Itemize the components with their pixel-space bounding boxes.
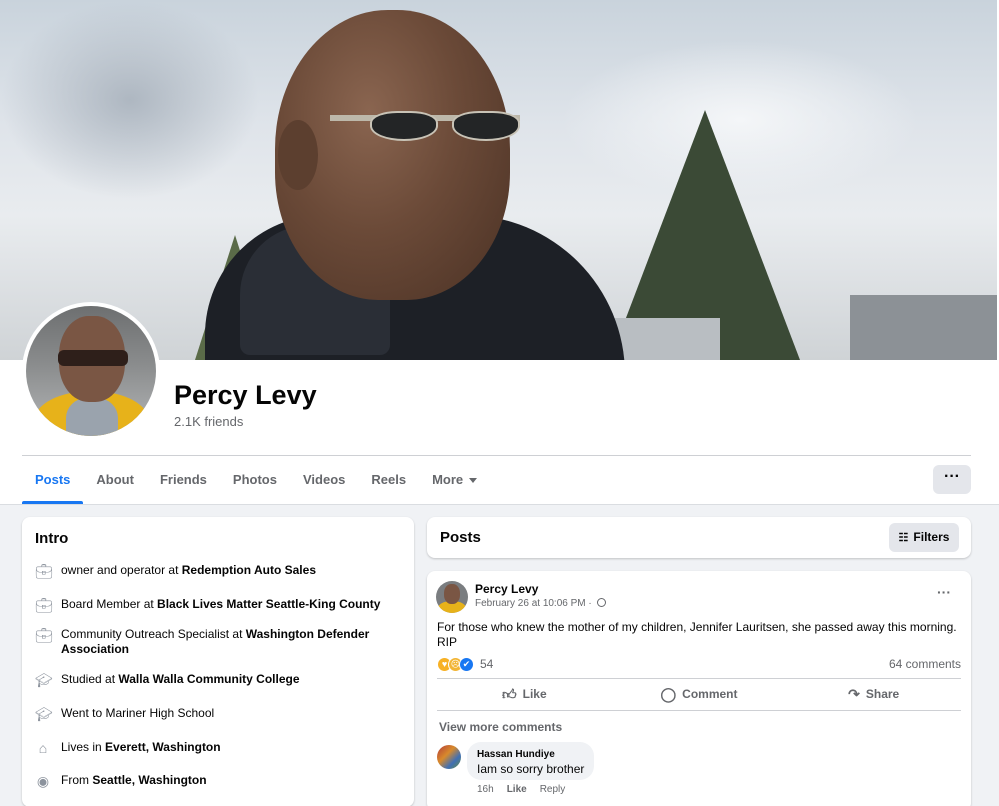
share-arrow-icon: ↷	[848, 686, 860, 702]
comment-time[interactable]: 16h	[477, 784, 494, 795]
post-author-name[interactable]: Percy Levy	[475, 582, 538, 596]
filters-button[interactable]: ☷ Filters	[889, 523, 959, 552]
tab-about[interactable]: About	[83, 456, 147, 504]
comment-bubble-icon: ◯	[660, 686, 677, 702]
view-more-comments-link[interactable]: View more comments	[439, 720, 562, 734]
intro-item-education: 🎓︎ Went to Mariner High School	[35, 706, 215, 722]
tab-more[interactable]: More	[419, 456, 490, 504]
post-options-button[interactable]: ···	[937, 584, 951, 600]
intro-link[interactable]: Seattle, Washington	[92, 773, 206, 787]
profile-avatar[interactable]	[22, 302, 160, 440]
sliders-icon: ☷	[898, 532, 909, 544]
cover-building	[850, 295, 997, 360]
tab-posts[interactable]: Posts	[22, 456, 84, 504]
friends-count[interactable]: 2.1K friends	[174, 414, 243, 429]
cover-cloud-dark	[0, 0, 260, 200]
briefcase-icon: 💼︎	[35, 597, 53, 613]
profile-more-button[interactable]: ···	[933, 465, 971, 494]
intro-link[interactable]: Walla Walla Community College	[118, 672, 299, 686]
location-pin-icon: ◉	[36, 773, 50, 789]
comment-text: Iam so sorry brother	[477, 762, 585, 776]
reactions-summary[interactable]: ♥ ☹ ✔ 54	[437, 656, 493, 672]
tab-photos[interactable]: Photos	[220, 456, 290, 504]
briefcase-icon: 💼︎	[35, 563, 53, 579]
graduation-cap-icon: 🎓︎	[35, 672, 53, 688]
caret-down-icon	[469, 478, 478, 484]
comment-like-button[interactable]: Like	[507, 784, 527, 795]
reaction-count: 54	[480, 657, 494, 671]
briefcase-icon: 💼︎	[35, 627, 53, 643]
profile-tabs: Posts About Friends Photos Videos Reels …	[22, 456, 490, 504]
post-timestamp[interactable]: February 26 at 10:06 PM ·	[475, 598, 606, 609]
posts-header-card: Posts ☷ Filters	[427, 517, 971, 558]
commenter-avatar[interactable]	[437, 745, 461, 769]
commenter-name[interactable]: Hassan Hundiye	[477, 749, 555, 760]
post-actions: 👍︎ Like ◯ Comment ↷ Share	[437, 679, 961, 710]
posts-title: Posts	[440, 529, 481, 546]
profile-name: Percy Levy	[174, 380, 317, 410]
post-card: Percy Levy February 26 at 10:06 PM · ···…	[427, 571, 971, 806]
home-icon: ⌂	[38, 740, 48, 756]
intro-item-work: 💼︎ owner and operator at Redemption Auto…	[35, 563, 316, 579]
intro-link[interactable]: Black Lives Matter Seattle-King County	[157, 597, 380, 611]
post-text: For those who knew the mother of my chil…	[437, 620, 957, 649]
tab-friends[interactable]: Friends	[147, 456, 220, 504]
post-author-avatar[interactable]	[436, 581, 468, 613]
post-divider	[437, 710, 961, 711]
intro-item-education: 🎓︎ Studied at Walla Walla Community Coll…	[35, 672, 300, 688]
share-button[interactable]: ↷ Share	[786, 679, 961, 710]
intro-item-work: 💼︎ Community Outreach Specialist at Wash…	[35, 627, 370, 656]
tab-reels[interactable]: Reels	[358, 456, 419, 504]
header-bottom-border	[0, 504, 999, 505]
globe-icon	[596, 598, 606, 607]
like-button[interactable]: 👍︎ Like	[437, 679, 612, 710]
cover-sunglasses	[330, 105, 520, 145]
comment-meta: 16h Like Reply	[477, 784, 565, 795]
like-reaction-icon: ✔	[459, 656, 474, 672]
intro-item-work: 💼︎ Board Member at Black Lives Matter Se…	[35, 597, 381, 613]
intro-link[interactable]: Redemption Auto Sales	[182, 563, 316, 577]
intro-item-lives-in: ⌂ Lives in Everett, Washington	[35, 740, 405, 756]
comment-count[interactable]: 64 comments	[889, 657, 961, 671]
comment-button[interactable]: ◯ Comment	[612, 679, 787, 710]
comment-bubble: Hassan Hundiye Iam so sorry brother	[467, 742, 594, 780]
cover-person-ear	[278, 120, 318, 190]
intro-title: Intro	[35, 530, 69, 547]
comment-reply-button[interactable]: Reply	[540, 784, 566, 795]
intro-item-from: ◉ From Seattle, Washington	[36, 773, 207, 789]
thumbs-up-icon: 👍︎	[502, 686, 517, 702]
intro-card: Intro 💼︎ owner and operator at Redemptio…	[22, 517, 414, 806]
graduation-cap-icon: 🎓︎	[35, 706, 53, 722]
intro-link[interactable]: Everett, Washington	[105, 740, 221, 754]
cover-photo[interactable]	[0, 0, 997, 360]
tab-videos[interactable]: Videos	[290, 456, 358, 504]
